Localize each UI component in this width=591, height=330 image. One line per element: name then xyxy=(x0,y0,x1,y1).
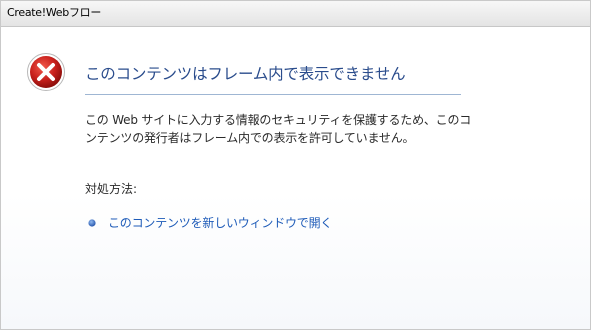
bullet-icon xyxy=(88,219,96,227)
heading-divider xyxy=(85,94,461,95)
frame-title-bar: Create!Webフロー xyxy=(1,1,590,27)
description-line-1: この Web サイトに入力する情報のセキュリティを保護するため、このコ xyxy=(85,113,472,127)
open-in-new-window-link[interactable]: このコンテンツを新しいウィンドウで開く xyxy=(108,214,332,232)
error-heading: このコンテンツはフレーム内で表示できません xyxy=(85,65,406,83)
error-x-icon xyxy=(27,53,65,91)
error-description: この Web サイトに入力する情報のセキュリティを保護するため、このコ ンテンツ… xyxy=(85,111,472,147)
remedy-title: 対処方法: xyxy=(85,182,138,196)
description-line-2: ンテンツの発行者はフレーム内での表示を許可していません。 xyxy=(85,131,415,145)
browser-frame: Create!Webフロー このコンテンツはフレーム内で表示できません この W… xyxy=(0,0,591,330)
error-page: このコンテンツはフレーム内で表示できません この Web サイトに入力する情報の… xyxy=(1,28,590,329)
frame-title: Create!Webフロー xyxy=(7,6,102,19)
